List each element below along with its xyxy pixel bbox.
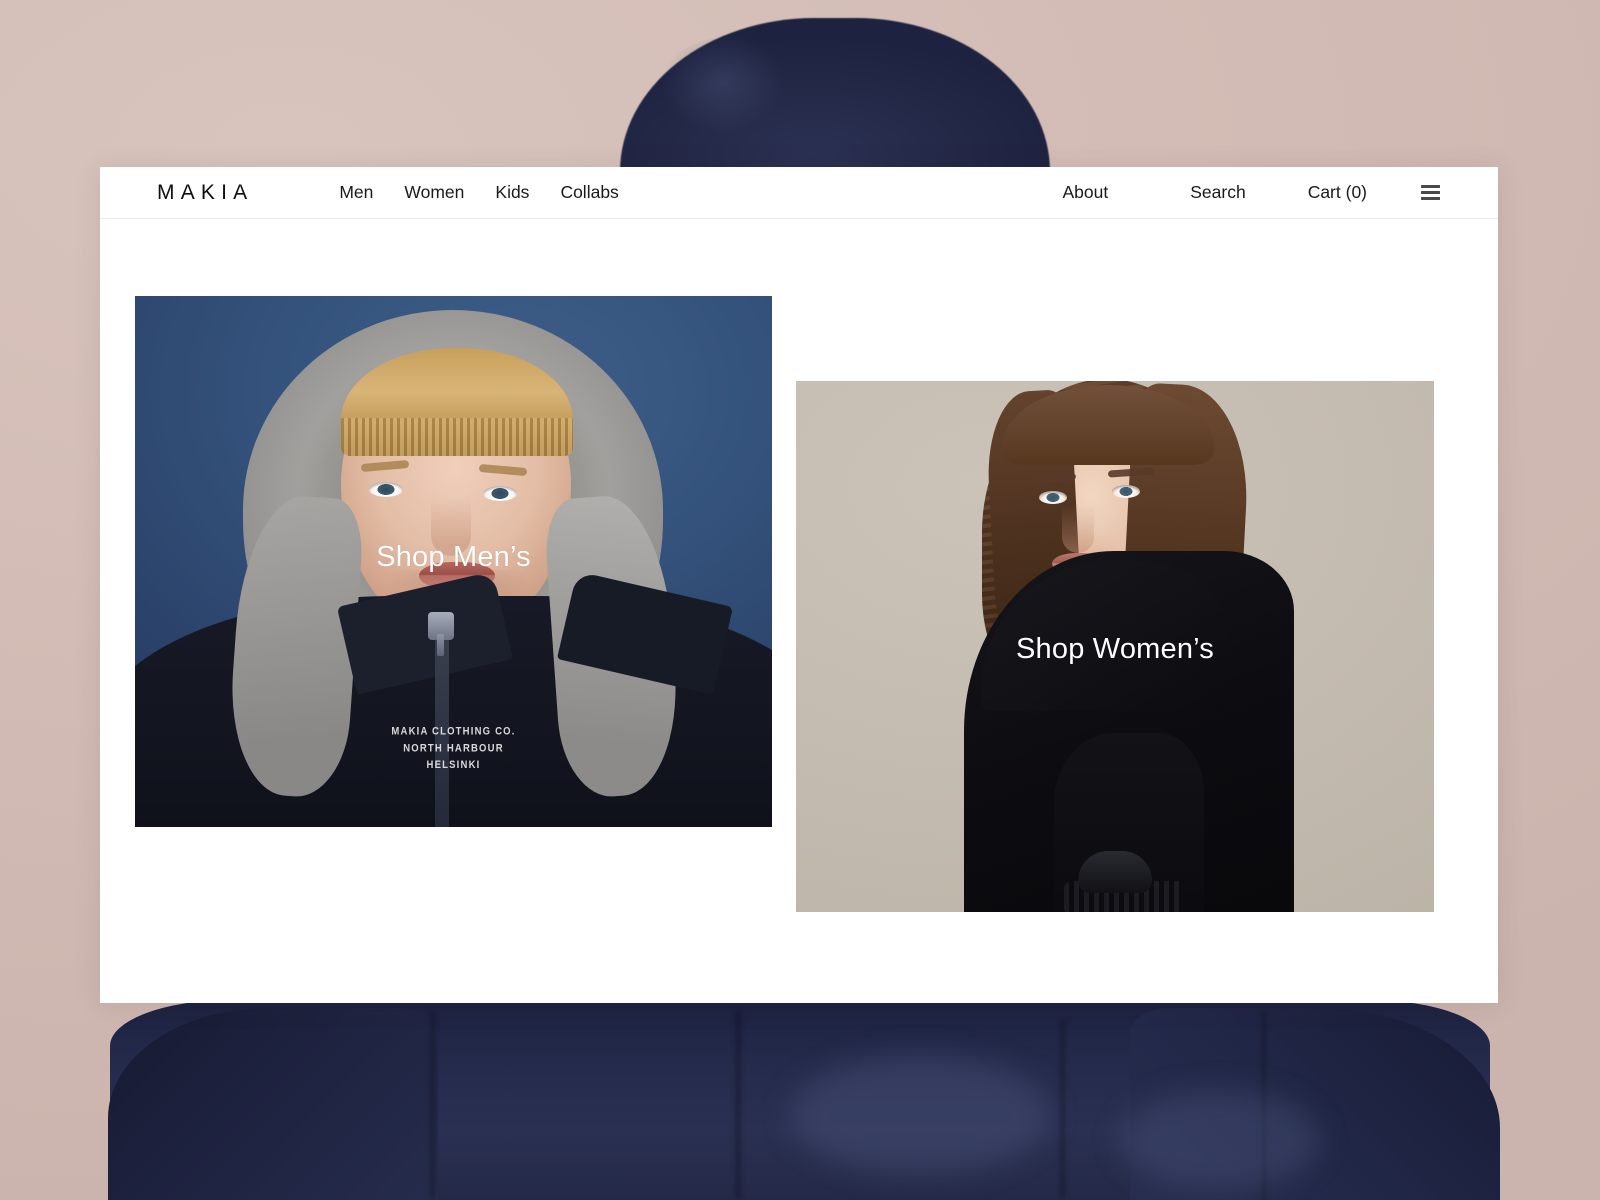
mens-photo-nose [431, 498, 471, 556]
page-canvas: MAKIA CLOTHING CO. NORTH HARBOUR HELSINK… [100, 219, 1498, 1002]
nav-link-kids[interactable]: Kids [495, 183, 529, 202]
hamburger-bar [1421, 197, 1440, 200]
nav-link-search[interactable]: Search [1190, 183, 1245, 202]
primary-nav: Men Women Kids Collabs [339, 183, 649, 202]
backdrop-figure-shoulder-left [108, 1008, 438, 1200]
site-navbar: MAKIA Men Women Kids Collabs About Searc… [100, 167, 1498, 219]
nav-link-cart[interactable]: Cart (0) [1308, 183, 1367, 202]
backdrop-sheen [790, 1055, 1050, 1175]
mens-photo-eye-left [369, 482, 403, 497]
nav-link-about[interactable]: About [1063, 183, 1109, 202]
backdrop-crease [1060, 1020, 1065, 1200]
hamburger-icon[interactable] [1421, 185, 1440, 200]
nav-link-collabs[interactable]: Collabs [560, 183, 618, 202]
womens-photo-eye-left [1039, 491, 1067, 504]
mens-photo-zip-pull [428, 612, 454, 656]
womens-photo-eye-right [1112, 485, 1140, 498]
backdrop-crease [430, 1010, 435, 1200]
womens-photo-nose [1062, 505, 1094, 553]
nav-link-men[interactable]: Men [339, 183, 373, 202]
womens-photo-pocket [1078, 851, 1152, 893]
secondary-nav: About Search Cart (0) [1063, 183, 1499, 202]
browser-window: MAKIA Men Women Kids Collabs About Searc… [100, 167, 1498, 1003]
backdrop-sheen [1120, 1090, 1320, 1190]
shop-womens-tile[interactable]: Shop Women’s [796, 381, 1434, 912]
hamburger-bar [1421, 191, 1440, 194]
hamburger-bar [1421, 185, 1440, 188]
nav-link-women[interactable]: Women [404, 183, 464, 202]
backdrop-crease [735, 1010, 741, 1200]
shop-mens-tile[interactable]: MAKIA CLOTHING CO. NORTH HARBOUR HELSINK… [135, 296, 772, 827]
mens-photo-eye-right [483, 486, 517, 501]
site-logo[interactable]: MAKIA [157, 182, 253, 203]
